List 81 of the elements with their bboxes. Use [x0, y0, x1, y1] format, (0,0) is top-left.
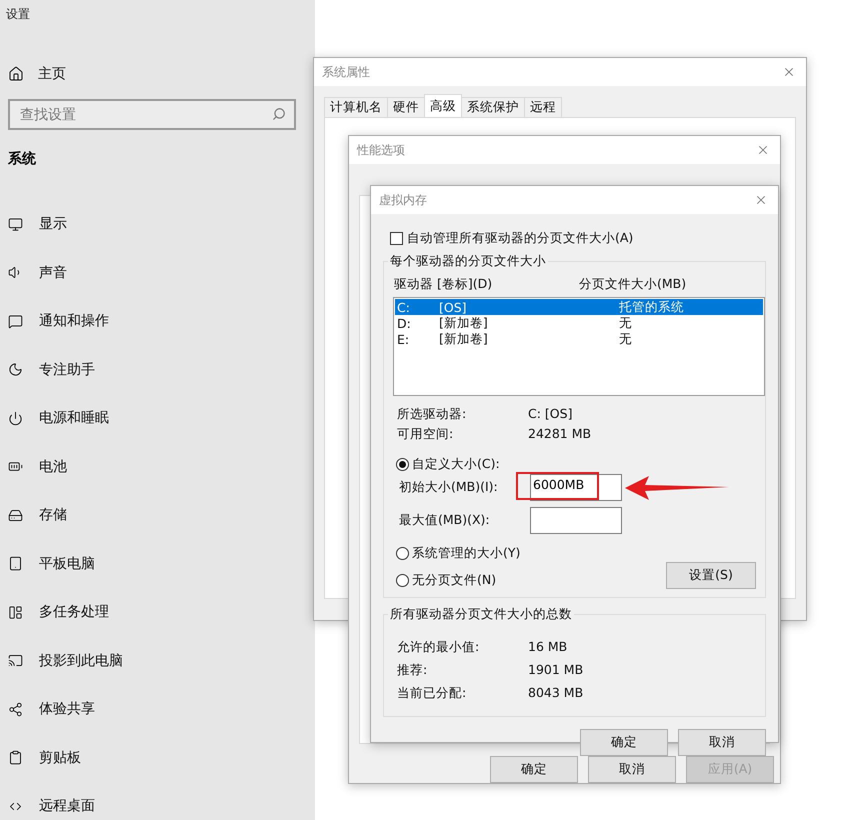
list-row[interactable]: E: [新加卷] 无 — [395, 331, 763, 347]
drive-icon — [8, 508, 23, 523]
input-field[interactable] — [530, 507, 622, 534]
close-icon[interactable] — [754, 193, 768, 207]
dialog-button[interactable]: 确定 — [580, 729, 668, 756]
home-icon — [8, 66, 24, 82]
close-icon[interactable] — [756, 143, 770, 157]
radio-label: 无分页文件(N) — [412, 572, 496, 589]
total-label: 允许的最小值: — [397, 639, 480, 656]
radio-button[interactable] — [396, 574, 409, 587]
checkbox-label: 自动管理所有驱动器的分页文件大小(A) — [407, 230, 634, 247]
drive-letter: C: — [397, 300, 411, 315]
radio-button[interactable] — [396, 458, 409, 471]
window-title: 性能选项 — [357, 142, 405, 158]
column-header: 驱动器 [卷标](D) — [394, 276, 494, 293]
window-title: 系统属性 — [322, 64, 370, 80]
group-title: 所有驱动器分页文件大小的总数 — [388, 606, 574, 623]
total-value: 16 MB — [528, 639, 568, 656]
list-row[interactable]: D: [新加卷] 无 — [395, 315, 763, 331]
radio-label: 系统管理的大小(Y) — [412, 545, 520, 562]
clipboard-icon — [8, 750, 23, 766]
panels-icon — [8, 604, 23, 620]
moon-icon — [8, 362, 23, 378]
drive-letter: D: — [397, 316, 412, 331]
sidebar-item[interactable]: 显示 — [39, 215, 67, 234]
search-field[interactable]: 查找设置 — [8, 99, 296, 130]
close-icon[interactable] — [782, 65, 796, 79]
sidebar-item[interactable]: 电源和睡眠 — [39, 409, 109, 428]
input-field[interactable]: 6000MB — [530, 474, 622, 501]
dialog-button[interactable]: 取消 — [678, 729, 766, 756]
radio-label: 自定义大小(C): — [412, 456, 500, 473]
sidebar-item[interactable]: 剪贴板 — [39, 748, 81, 767]
total-label: 推荐: — [397, 662, 428, 679]
list-row[interactable]: C: [OS] 托管的系统 — [395, 299, 763, 315]
sidebar-item[interactable]: 专注助手 — [39, 360, 95, 379]
tab[interactable]: 高级 — [424, 94, 462, 117]
app-title: 设置 — [6, 6, 30, 23]
group-title: 每个驱动器的分页文件大小 — [388, 253, 548, 270]
sidebar-item[interactable]: 平板电脑 — [39, 554, 95, 573]
section-heading: 系统 — [8, 150, 36, 168]
tab[interactable]: 计算机名 — [324, 97, 388, 117]
field-label: 初始大小(MB)(I): — [399, 479, 499, 496]
sidebar-item[interactable]: 远程桌面 — [39, 797, 95, 816]
total-value: 8043 MB — [528, 685, 584, 702]
column-header: 分页文件大小(MB) — [579, 276, 688, 293]
power-icon — [8, 410, 23, 426]
drive-letter: E: — [397, 332, 410, 347]
tab[interactable]: 远程 — [524, 97, 562, 117]
tablet-icon — [8, 556, 23, 572]
radio-button[interactable] — [396, 547, 409, 560]
message-icon — [8, 314, 23, 329]
checkbox[interactable] — [390, 232, 403, 245]
paging-size: 无 — [619, 331, 633, 348]
set-button[interactable]: 设置(S) — [666, 562, 756, 589]
dialog-button[interactable]: 确定 — [490, 756, 578, 783]
window-title: 虚拟内存 — [379, 192, 427, 208]
info-label: 可用空间: — [397, 426, 454, 443]
sidebar-item[interactable]: 电池 — [39, 458, 67, 476]
info-value: C: [OS] — [528, 406, 574, 423]
sidebar-item[interactable]: 通知和操作 — [39, 312, 109, 330]
info-label: 所选驱动器: — [397, 406, 468, 423]
sidebar-item[interactable]: 投影到此电脑 — [39, 652, 123, 670]
field-label: 最大值(MB)(X): — [399, 512, 491, 529]
info-value: 24281 MB — [528, 426, 592, 443]
total-label: 当前已分配: — [397, 685, 468, 702]
share-icon — [8, 702, 23, 717]
home-link[interactable]: 主页 — [38, 65, 66, 83]
dialog-button[interactable]: 取消 — [588, 756, 676, 783]
volume-label: [新加卷] — [439, 315, 489, 332]
sidebar-item[interactable]: 体验共享 — [39, 700, 95, 718]
monitor-icon — [8, 216, 23, 232]
volume-label: [OS] — [439, 300, 468, 315]
sidebar-item[interactable]: 声音 — [39, 264, 67, 282]
search-icon — [272, 107, 286, 121]
sidebar-item[interactable]: 存储 — [39, 506, 67, 524]
volume-label: [新加卷] — [439, 331, 489, 348]
cast-icon — [8, 653, 23, 668]
total-value: 1901 MB — [528, 662, 584, 679]
sidebar-item[interactable]: 多任务处理 — [39, 603, 109, 622]
paging-size: 无 — [619, 315, 633, 332]
paging-size: 托管的系统 — [619, 299, 685, 316]
